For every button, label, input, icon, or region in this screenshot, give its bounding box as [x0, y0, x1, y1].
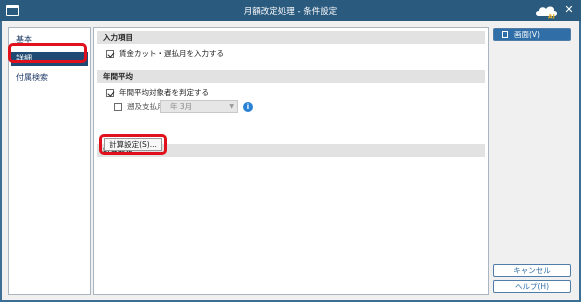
annual-average-checkbox[interactable]: [106, 89, 114, 97]
chevron-down-icon: ▼: [229, 103, 234, 110]
section-heading-annual: 年間平均: [97, 70, 485, 83]
retro-month-select[interactable]: 年 3月 ▼: [160, 100, 238, 113]
screen-button[interactable]: 画面(V): [493, 28, 571, 41]
calc-settings-highlight: [99, 134, 167, 155]
settings-panel: 入力項目 賃金カット・遅払月を入力する 年間平均 年間平均対象者を判定する 遡及…: [93, 27, 489, 295]
annual-average-label: 年間平均対象者を判定する: [119, 88, 209, 97]
wage-cut-label: 賃金カット・遅払月を入力する: [119, 49, 224, 58]
info-icon[interactable]: i: [243, 102, 253, 112]
nav-detail-highlight: [8, 43, 87, 63]
retro-payment-option[interactable]: 遡及支払月: [114, 101, 165, 113]
cloud-ai-logo: AI: [536, 6, 557, 20]
retro-month-value: 年 3月: [170, 102, 193, 111]
retro-payment-label: 遡及支払月: [127, 102, 165, 111]
screen-button-label: 画面(V): [514, 30, 540, 39]
section-heading-input: 入力項目: [97, 31, 485, 44]
wage-cut-checkbox[interactable]: [106, 50, 114, 58]
title-bar[interactable]: 月額改定処理 - 条件設定 AI ✕: [0, 0, 581, 21]
category-nav: 基本 詳細 付属検索: [8, 27, 91, 295]
dialog-window: 月額改定処理 - 条件設定 AI ✕ 基本 詳細 付属検索 入力項目 賃金カット…: [0, 0, 581, 302]
nav-item-attached-search[interactable]: 付属検索: [11, 71, 88, 85]
retro-payment-checkbox[interactable]: [114, 103, 122, 111]
wage-cut-option[interactable]: 賃金カット・遅払月を入力する: [106, 48, 224, 60]
close-icon[interactable]: ✕: [562, 3, 576, 17]
logo-text: AI: [548, 14, 555, 20]
annual-average-option[interactable]: 年間平均対象者を判定する: [106, 87, 209, 99]
window-title: 月額改定処理 - 条件設定: [243, 7, 338, 17]
help-button[interactable]: ヘルプ(H): [493, 280, 571, 293]
dialog-body: 基本 詳細 付属検索 入力項目 賃金カット・遅払月を入力する 年間平均 年間平均…: [2, 21, 579, 300]
screen-icon: [502, 31, 508, 38]
cancel-button[interactable]: キャンセル: [493, 264, 571, 277]
